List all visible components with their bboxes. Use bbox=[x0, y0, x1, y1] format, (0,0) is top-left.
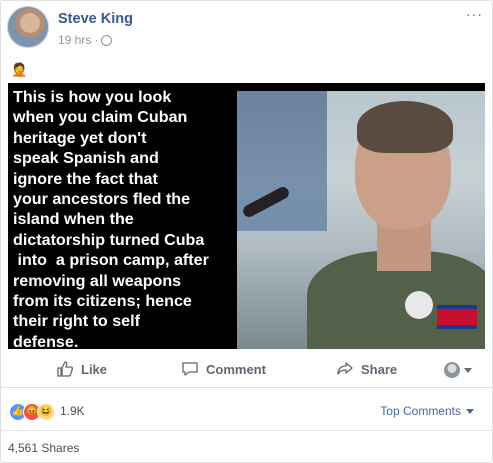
share-icon bbox=[337, 362, 353, 375]
chevron-down-icon bbox=[464, 367, 472, 373]
comment-label: Comment bbox=[206, 361, 266, 377]
haha-reaction-icon: 😆 bbox=[37, 403, 55, 421]
hair bbox=[357, 101, 453, 153]
action-bar: Like Comment Share bbox=[1, 353, 492, 388]
share-label: Share bbox=[361, 361, 398, 377]
comment-icon bbox=[182, 362, 198, 376]
more-options-button[interactable]: ··· bbox=[466, 6, 483, 22]
reaction-icons[interactable]: 👍 😡 😆 bbox=[9, 403, 55, 421]
author-avatar[interactable] bbox=[7, 6, 49, 48]
reaction-count[interactable]: 1.9K bbox=[60, 404, 85, 418]
thumbs-up-icon bbox=[57, 361, 74, 377]
comment-sort-dropdown[interactable]: Top Comments bbox=[380, 404, 474, 418]
facebook-post: Steve King 19 hrs · ··· 🤦 This is how yo… bbox=[0, 0, 493, 463]
flag-patch bbox=[437, 305, 477, 329]
comment-sort-label: Top Comments bbox=[380, 404, 461, 418]
image-photo bbox=[237, 91, 485, 349]
share-button[interactable]: Share bbox=[336, 360, 397, 378]
profile-mini-avatar bbox=[444, 362, 460, 378]
chevron-down-icon bbox=[466, 408, 474, 414]
like-button[interactable]: Like bbox=[56, 360, 107, 378]
author-name[interactable]: Steve King bbox=[58, 11, 133, 27]
like-label: Like bbox=[81, 361, 108, 377]
comment-button[interactable]: Comment bbox=[181, 360, 266, 378]
meta-separator: · bbox=[94, 33, 99, 47]
post-header: Steve King 19 hrs · ··· bbox=[7, 6, 487, 50]
jacket-patch bbox=[405, 291, 433, 319]
react-as-selector[interactable] bbox=[444, 362, 472, 378]
post-meta: 19 hrs · bbox=[58, 33, 113, 47]
post-timestamp[interactable]: 19 hrs bbox=[58, 33, 91, 47]
reactions-bar: 👍 😡 😆 1.9K Top Comments bbox=[1, 388, 492, 431]
globe-icon bbox=[101, 34, 113, 46]
post-text-emoji: 🤦 bbox=[11, 62, 28, 77]
share-count[interactable]: 4,561 Shares bbox=[8, 441, 79, 455]
image-caption: This is how you look when you claim Cuba… bbox=[13, 88, 209, 349]
post-image[interactable]: This is how you look when you claim Cuba… bbox=[8, 83, 485, 349]
